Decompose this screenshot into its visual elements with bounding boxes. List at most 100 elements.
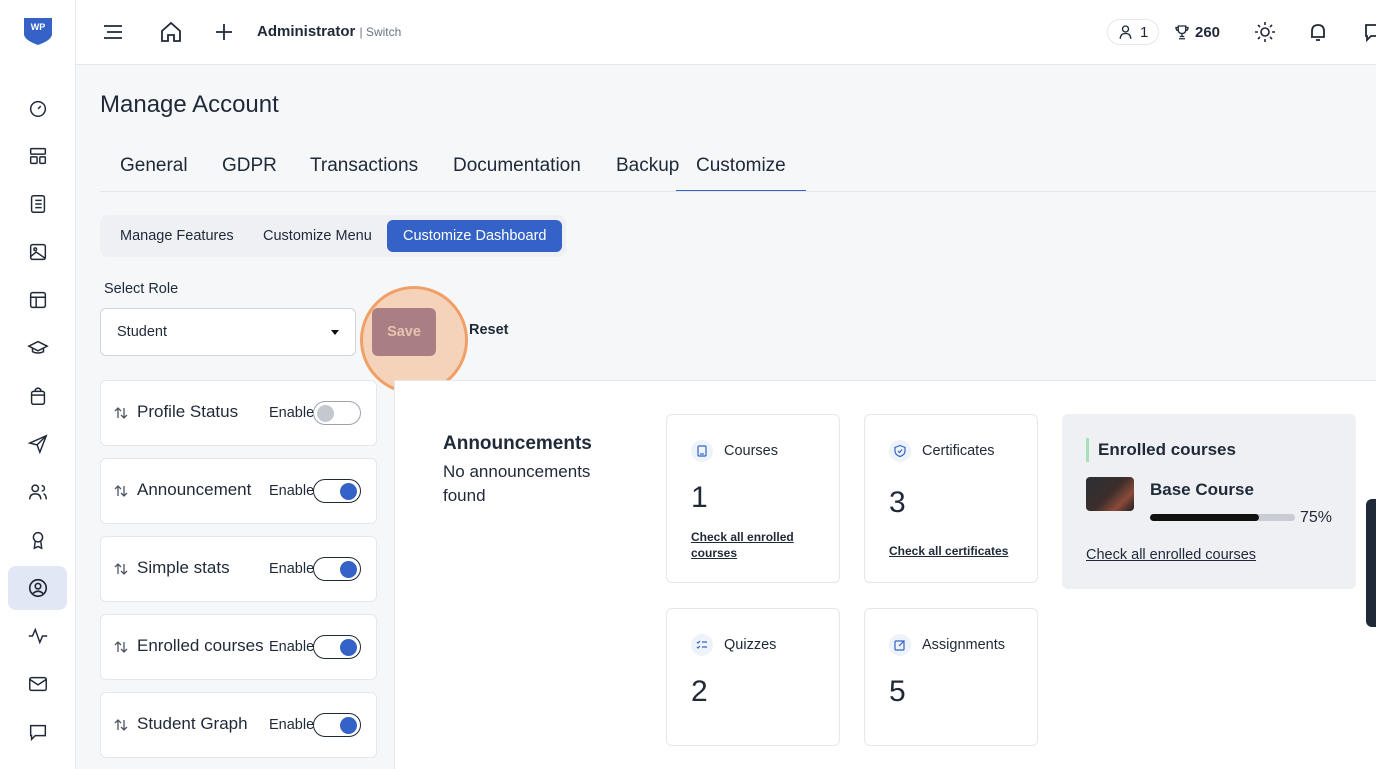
enrolled-courses-title: Enrolled courses bbox=[1098, 440, 1236, 459]
enable-toggle[interactable] bbox=[313, 635, 361, 659]
sidebar-item-users[interactable] bbox=[8, 470, 67, 514]
enable-label: Enable bbox=[269, 717, 315, 733]
sidebar-item-account[interactable] bbox=[8, 566, 67, 610]
toggle-knob bbox=[340, 716, 357, 734]
reset-button[interactable]: Reset bbox=[469, 322, 509, 338]
enable-label: Enable bbox=[269, 405, 315, 421]
widget-row-profile-status[interactable]: Profile Status Enable bbox=[100, 380, 377, 446]
stat-card-assignments: Assignments 5 bbox=[864, 608, 1038, 746]
enrolled-courses-card: Enrolled courses Base Course 75% Check a… bbox=[1062, 414, 1356, 589]
role-select[interactable]: Student bbox=[100, 308, 356, 356]
check-certificates-link[interactable]: Check all certificates bbox=[889, 543, 1029, 559]
sort-icon[interactable] bbox=[113, 639, 129, 655]
home-icon[interactable] bbox=[159, 20, 183, 44]
stat-label: Certificates bbox=[922, 443, 995, 459]
page-title: Manage Account bbox=[100, 91, 279, 118]
toggle-knob bbox=[340, 482, 357, 500]
tab-gdpr[interactable]: GDPR bbox=[222, 155, 277, 192]
stat-label: Assignments bbox=[922, 637, 1006, 653]
sort-icon[interactable] bbox=[113, 405, 129, 421]
points-badge[interactable]: 260 bbox=[1163, 19, 1230, 45]
course-progress-bar bbox=[1150, 514, 1295, 521]
accent-bar bbox=[1086, 438, 1089, 462]
sidebar-item-students[interactable] bbox=[8, 326, 67, 370]
plus-icon[interactable] bbox=[212, 20, 236, 44]
enable-toggle[interactable] bbox=[313, 557, 361, 581]
sidebar-item-templates[interactable] bbox=[8, 278, 67, 322]
tab-backup[interactable]: Backup bbox=[616, 155, 679, 192]
sort-icon[interactable] bbox=[113, 483, 129, 499]
online-count: 1 bbox=[1140, 23, 1149, 41]
widget-row-enrolled-courses[interactable]: Enrolled courses Enable bbox=[100, 614, 377, 680]
sidebar-item-shop[interactable] bbox=[8, 374, 67, 418]
sidebar-item-send[interactable] bbox=[8, 422, 67, 466]
mail-icon bbox=[28, 676, 47, 692]
send-icon bbox=[27, 434, 48, 455]
gauge-icon bbox=[29, 100, 46, 117]
edit-icon bbox=[889, 634, 911, 656]
sidebar-item-activity[interactable] bbox=[8, 614, 67, 658]
stat-value: 2 bbox=[691, 675, 708, 708]
sort-icon[interactable] bbox=[113, 561, 129, 577]
users-icon bbox=[28, 484, 47, 500]
sidebar-item-media[interactable] bbox=[8, 230, 67, 274]
sidebar-item-chat[interactable] bbox=[8, 710, 67, 754]
online-users-badge[interactable]: 1 bbox=[1107, 19, 1160, 45]
dashboard-preview: Announcements No announcements found Cou… bbox=[394, 380, 1376, 769]
check-enrolled-courses-link[interactable]: Check all enrolled courses bbox=[691, 529, 811, 561]
tab-transactions[interactable]: Transactions bbox=[310, 155, 418, 192]
logo-text: WP bbox=[31, 22, 46, 32]
logo[interactable]: WP bbox=[22, 16, 54, 46]
save-button[interactable]: Save bbox=[372, 308, 436, 356]
stat-card-certificates: Certificates 3 Check all certificates bbox=[864, 414, 1038, 583]
current-user[interactable]: Administrator | Switch bbox=[257, 23, 401, 40]
stat-label: Courses bbox=[724, 443, 778, 459]
sidebar-item-layout[interactable] bbox=[8, 134, 67, 178]
sun-icon[interactable] bbox=[1253, 20, 1277, 44]
sidebar-item-courses[interactable] bbox=[8, 182, 67, 226]
sidebar-item-dashboard[interactable] bbox=[8, 86, 67, 130]
widget-row-student-graph[interactable]: Student Graph Enable bbox=[100, 692, 377, 758]
course-name[interactable]: Base Course bbox=[1150, 480, 1254, 500]
user-circle-icon bbox=[28, 578, 47, 598]
message-icon[interactable] bbox=[1362, 20, 1376, 44]
widget-row-announcement[interactable]: Announcement Enable bbox=[100, 458, 377, 524]
menu-icon[interactable] bbox=[101, 20, 125, 44]
sidebar-item-mail[interactable] bbox=[8, 662, 67, 706]
shopping-bag-icon bbox=[30, 387, 45, 405]
announcements-title: Announcements bbox=[443, 433, 592, 454]
sort-icon[interactable] bbox=[113, 717, 129, 733]
switch-link[interactable]: | Switch bbox=[360, 25, 402, 39]
book-icon bbox=[691, 440, 713, 462]
enable-toggle[interactable] bbox=[313, 713, 361, 737]
stat-value: 1 bbox=[691, 481, 708, 514]
points-value: 260 bbox=[1195, 23, 1221, 41]
course-progress-text: 75% bbox=[1300, 509, 1333, 526]
image-icon bbox=[29, 243, 46, 261]
enable-toggle[interactable] bbox=[313, 479, 361, 503]
stat-value: 3 bbox=[889, 486, 906, 519]
select-role-label: Select Role bbox=[104, 281, 179, 297]
widget-row-simple-stats[interactable]: Simple stats Enable bbox=[100, 536, 377, 602]
tab-documentation[interactable]: Documentation bbox=[453, 155, 581, 192]
sidebar-item-certificates[interactable] bbox=[8, 518, 67, 562]
toggle-knob bbox=[340, 560, 357, 578]
tabs-divider bbox=[100, 191, 1376, 192]
tab-general[interactable]: General bbox=[120, 155, 188, 192]
enable-label: Enable bbox=[269, 483, 315, 499]
tab-customize[interactable]: Customize bbox=[676, 155, 806, 192]
caret-down-icon bbox=[331, 330, 339, 335]
enable-label: Enable bbox=[269, 561, 315, 577]
enable-toggle[interactable] bbox=[313, 401, 361, 425]
toggle-knob bbox=[317, 404, 334, 422]
stat-card-courses: Courses 1 Check all enrolled courses bbox=[666, 414, 840, 583]
check-all-enrolled-courses-link[interactable]: Check all enrolled courses bbox=[1086, 547, 1256, 563]
course-thumbnail[interactable] bbox=[1086, 477, 1134, 511]
subtab-manage-features[interactable]: Manage Features bbox=[104, 220, 250, 252]
side-panel-handle[interactable] bbox=[1366, 499, 1376, 627]
bell-icon[interactable] bbox=[1306, 20, 1330, 44]
subtab-customize-menu[interactable]: Customize Menu bbox=[247, 220, 388, 252]
subtab-customize-dashboard[interactable]: Customize Dashboard bbox=[387, 220, 563, 252]
award-icon bbox=[32, 531, 43, 550]
topbar: Administrator | Switch 1 260 bbox=[76, 0, 1376, 65]
